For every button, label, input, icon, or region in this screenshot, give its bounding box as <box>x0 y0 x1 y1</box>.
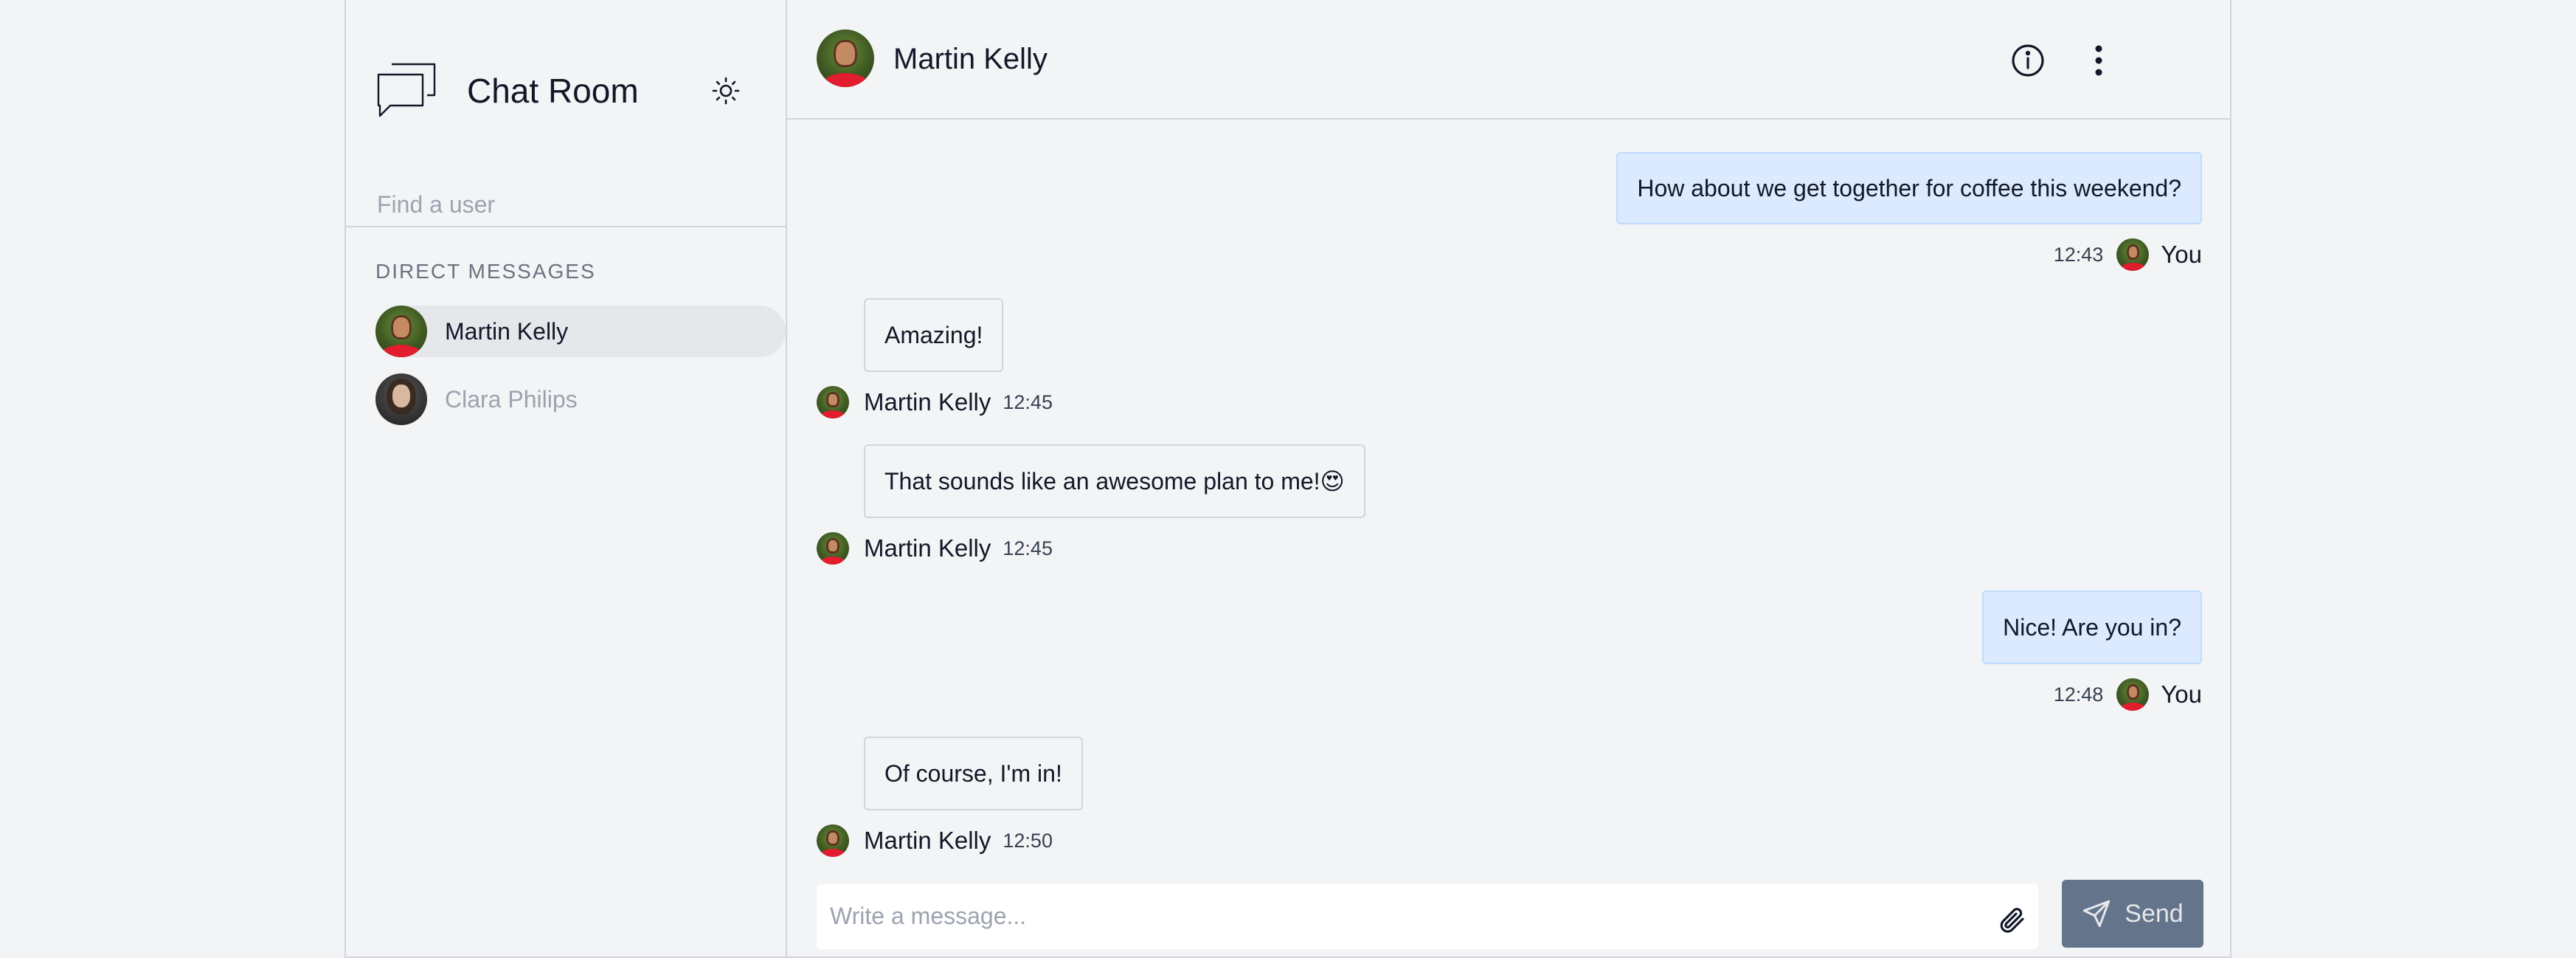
avatar <box>817 824 849 857</box>
user-search-input[interactable] <box>375 187 747 221</box>
avatar <box>817 386 849 418</box>
app-title: Chat Room <box>467 72 639 110</box>
message-bubble-incoming: Of course, I'm in! <box>864 737 1083 810</box>
message-author: You <box>2161 680 2202 708</box>
avatar <box>2116 678 2150 711</box>
avatar <box>817 532 849 565</box>
message-author: Martin Kelly <box>864 827 991 854</box>
message-time: 12:50 <box>1003 829 1053 852</box>
more-options-button[interactable] <box>2077 38 2121 83</box>
message-meta: 12:43 You <box>2054 236 2202 273</box>
attach-button[interactable] <box>1994 902 2029 937</box>
avatar <box>375 306 427 357</box>
message-meta: Martin Kelly 12:50 <box>817 822 1053 859</box>
sidebar: Chat Room DIRECT MESSAGES Martin Kelly C… <box>346 0 787 958</box>
contact-name: Martin Kelly <box>445 317 569 345</box>
contact-clara-philips[interactable]: Clara Philips <box>375 373 786 425</box>
message-bubble-outgoing: Nice! Are you in? <box>1982 590 2202 664</box>
send-label: Send <box>2125 899 2184 928</box>
message-bubble-incoming: Amazing! <box>864 298 1004 372</box>
message-input-box <box>817 884 2038 949</box>
message-list: How about we get together for coffee thi… <box>787 120 2232 858</box>
message-time: 12:48 <box>2053 683 2104 706</box>
paper-plane-icon <box>2083 900 2111 928</box>
avatar <box>375 373 427 425</box>
conversation-header: Martin Kelly <box>787 0 2232 120</box>
message-author: You <box>2161 241 2202 268</box>
contact-name: Clara Philips <box>445 385 578 413</box>
conversation-title: Martin Kelly <box>893 43 1048 75</box>
message-bubble-incoming: That sounds like an awesome plan to me!😍 <box>864 444 1365 518</box>
send-button[interactable]: Send <box>2062 880 2203 948</box>
contact-martin-kelly[interactable]: Martin Kelly <box>375 306 786 357</box>
chat-bubbles-icon <box>377 63 436 117</box>
avatar <box>2116 238 2150 271</box>
chat-app: Chat Room DIRECT MESSAGES Martin Kelly C… <box>344 0 2232 958</box>
message-author: Martin Kelly <box>864 388 991 416</box>
info-button[interactable] <box>2006 38 2050 83</box>
avatar <box>817 30 874 87</box>
message-time: 12:45 <box>1003 537 1053 559</box>
message-bubble-outgoing: How about we get together for coffee thi… <box>1616 152 2202 224</box>
info-icon <box>2012 44 2044 77</box>
user-search <box>346 177 786 227</box>
theme-toggle-button[interactable] <box>707 72 744 109</box>
message-composer: Send <box>787 871 2232 958</box>
direct-messages-heading: DIRECT MESSAGES <box>375 260 596 283</box>
message-meta: Martin Kelly 12:45 <box>817 530 1053 567</box>
more-vertical-icon <box>2095 45 2102 76</box>
message-meta: Martin Kelly 12:45 <box>817 384 1053 421</box>
message-author: Martin Kelly <box>864 534 991 562</box>
message-input[interactable] <box>828 897 1982 934</box>
paperclip-icon <box>2000 908 2024 933</box>
brand: Chat Room <box>375 59 639 123</box>
sun-icon <box>712 77 740 105</box>
conversation-pane: Martin Kelly How about we get together f… <box>787 0 2232 958</box>
message-time: 12:43 <box>2053 243 2104 266</box>
message-time: 12:45 <box>1003 390 1053 413</box>
message-meta: 12:48 You <box>2054 676 2202 713</box>
